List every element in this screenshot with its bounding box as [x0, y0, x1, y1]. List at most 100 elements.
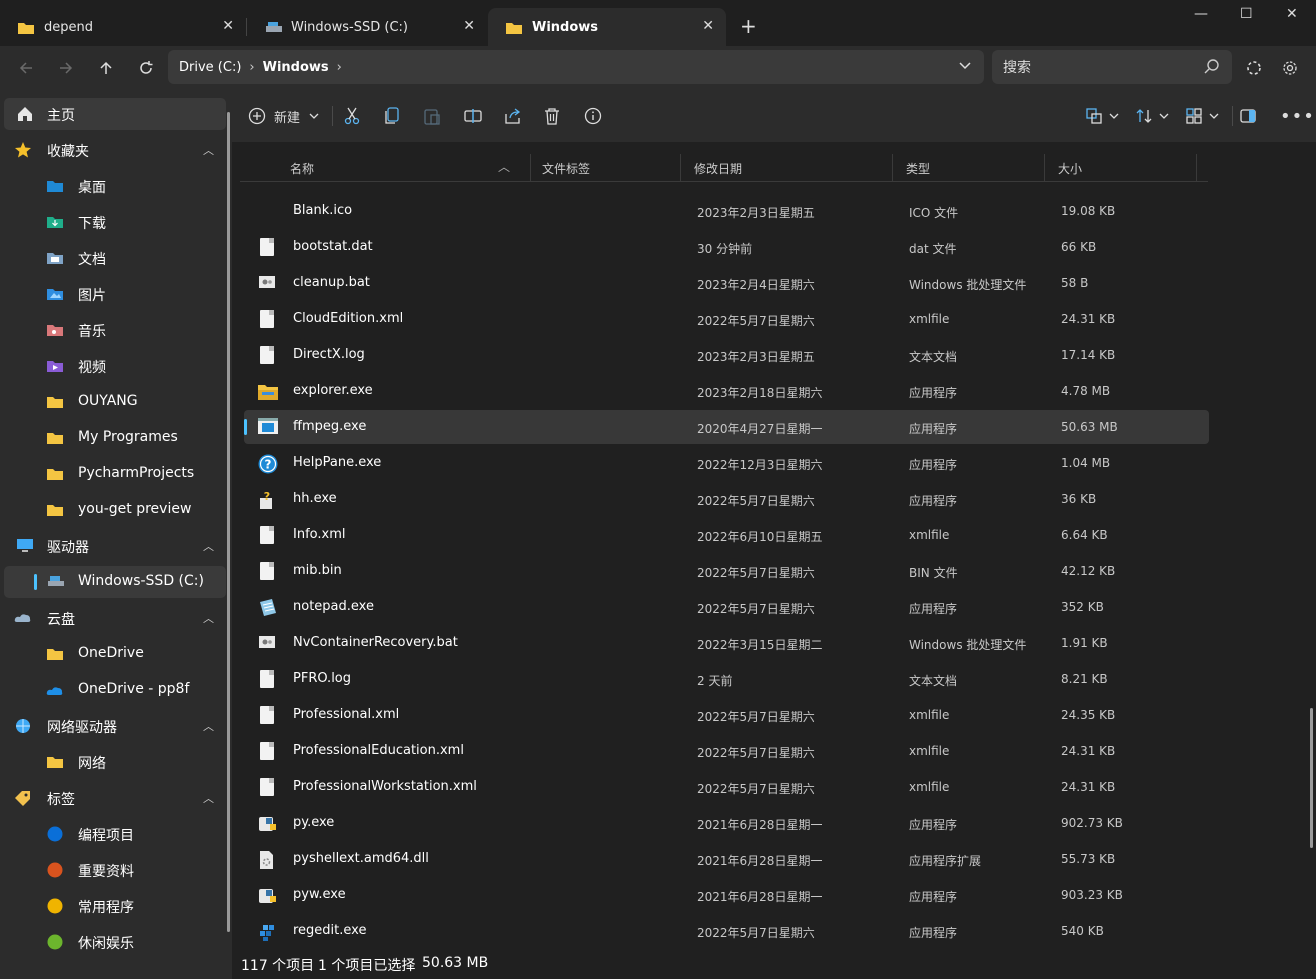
sidebar-scrollbar[interactable]	[227, 112, 230, 932]
close-icon[interactable]: ✕	[222, 18, 234, 34]
preview-pane-button[interactable]	[1240, 104, 1256, 128]
file-row[interactable]: Professional.xml 2022年5月7日星期六 xmlfile 24.35…	[244, 698, 1209, 732]
chevron-up-icon[interactable]: ︿	[203, 790, 214, 806]
search-input[interactable]: 搜索	[992, 50, 1232, 84]
file-row[interactable]: CloudEdition.xml 2022年5月7日星期六 xmlfile 24.31…	[244, 302, 1209, 336]
column-divider[interactable]	[1044, 154, 1045, 182]
file-row[interactable]: Info.xml 2022年6月10日星期五 xmlfile 6.64 KB	[244, 518, 1209, 552]
sidebar-item-pycharmprojects[interactable]: PycharmProjects	[4, 458, 226, 490]
file-row[interactable]: notepad.exe 2022年5月7日星期六 应用程序 352 KB	[244, 590, 1209, 624]
column-divider[interactable]	[892, 154, 893, 182]
column-divider[interactable]	[530, 154, 531, 182]
sidebar-section-favorites[interactable]: 收藏夹 ︿	[4, 134, 226, 166]
sidebar-item-downloads[interactable]: 下载	[4, 206, 226, 238]
share-button[interactable]	[504, 104, 522, 128]
column-header-name[interactable]: 名称	[290, 160, 314, 177]
tab-depend[interactable]: depend ✕	[0, 8, 246, 46]
sidebar-item-videos[interactable]: 视频	[4, 350, 226, 382]
sidebar-item-tag-common-programs[interactable]: 常用程序	[4, 890, 226, 922]
close-icon[interactable]: ✕	[463, 18, 475, 34]
file-row[interactable]: DirectX.log 2023年2月3日星期五 文本文档 17.14 KB	[244, 338, 1209, 372]
file-row[interactable]: mib.bin 2022年5月7日星期六 BIN 文件 42.12 KB	[244, 554, 1209, 588]
sidebar-section-drives[interactable]: 驱动器 ︿	[4, 530, 226, 562]
close-icon[interactable]: ✕	[702, 18, 714, 34]
sidebar-item-home[interactable]: 主页	[4, 98, 226, 130]
file-row[interactable]: ffmpeg.exe 2020年4月27日星期一 应用程序 50.63 MB	[244, 410, 1209, 444]
sidebar-item-tag-programming[interactable]: 编程项目	[4, 818, 226, 850]
file-row[interactable]: regedit.exe 2022年5月7日星期六 应用程序 540 KB	[244, 914, 1209, 948]
file-row[interactable]: cleanup.bat 2023年2月4日星期六 Windows 批处理文件 58 B	[244, 266, 1209, 300]
properties-button[interactable]	[584, 104, 602, 128]
breadcrumb-drive[interactable]: Drive (C:)	[179, 60, 241, 75]
sidebar-item-windows-ssd[interactable]: Windows-SSD (C:)	[4, 566, 226, 598]
settings-button[interactable]	[1278, 56, 1302, 80]
back-button[interactable]	[14, 56, 38, 80]
sidebar-item-desktop[interactable]: 桌面	[4, 170, 226, 202]
chevron-right-icon[interactable]: ›	[337, 60, 342, 75]
sort-button[interactable]	[1136, 104, 1170, 128]
more-options-button[interactable]: •••	[1280, 104, 1315, 128]
sidebar-section-network-drives[interactable]: 网络驱动器 ︿	[4, 710, 226, 742]
up-button[interactable]	[94, 56, 118, 80]
column-header-tags[interactable]: 文件标签	[542, 160, 590, 177]
rename-button[interactable]	[464, 104, 482, 128]
tab-windows-ssd[interactable]: Windows-SSD (C:) ✕	[247, 8, 487, 46]
file-row[interactable]: ProfessionalEducation.xml 2022年5月7日星期六 xml…	[244, 734, 1209, 768]
file-row[interactable]: explorer.exe 2023年2月18日星期六 应用程序 4.78 MB	[244, 374, 1209, 408]
sidebar-item-ouyang[interactable]: OUYANG	[4, 386, 226, 418]
minimize-button[interactable]: —	[1194, 6, 1208, 22]
file-row[interactable]: pyshellext.amd64.dll 2021年6月28日星期一 应用程序扩展 5…	[244, 842, 1209, 876]
cut-button[interactable]	[344, 104, 360, 128]
file-row[interactable]: ProfessionalWorkstation.xml 2022年5月7日星期六 x…	[244, 770, 1209, 804]
batch-file-icon	[258, 274, 276, 294]
layout-button[interactable]	[1186, 104, 1220, 128]
file-row[interactable]: ? HelpPane.exe 2022年12月3日星期六 应用程序 1.04 MB	[244, 446, 1209, 480]
breadcrumb-windows[interactable]: Windows	[263, 60, 329, 75]
tab-windows[interactable]: Windows ✕	[488, 8, 726, 46]
maximize-button[interactable]: ☐	[1240, 6, 1253, 22]
sidebar-item-tag-leisure[interactable]: 休闲娱乐	[4, 926, 226, 958]
chevron-up-icon[interactable]: ︿	[203, 610, 214, 626]
sidebar-item-onedrive-pp8f[interactable]: OneDrive - pp8f	[4, 674, 226, 706]
column-header-modified[interactable]: 修改日期	[694, 160, 742, 177]
column-header-type[interactable]: 类型	[906, 160, 930, 177]
close-window-button[interactable]: ✕	[1286, 6, 1298, 22]
sidebar-item-you-get-preview[interactable]: you-get preview	[4, 494, 226, 526]
file-row[interactable]: pyw.exe 2021年6月28日星期一 应用程序 903.23 KB	[244, 878, 1209, 912]
forward-button[interactable]	[54, 56, 78, 80]
sidebar-item-onedrive[interactable]: OneDrive	[4, 638, 226, 670]
file-row[interactable]: ? hh.exe 2022年5月7日星期六 应用程序 36 KB	[244, 482, 1209, 516]
sidebar-item-my-programes[interactable]: My Programes	[4, 422, 226, 454]
refresh-button[interactable]	[134, 56, 158, 80]
paste-button[interactable]	[424, 104, 440, 128]
sidebar-item-documents[interactable]: 文档	[4, 242, 226, 274]
file-row[interactable]: bootstat.dat 30 分钟前 dat 文件 66 KB	[244, 230, 1209, 264]
status-center-button[interactable]	[1242, 56, 1266, 80]
file-row[interactable]: PFRO.log 2 天前 文本文档 8.21 KB	[244, 662, 1209, 696]
new-tab-button[interactable]: +	[740, 14, 757, 38]
file-list-scrollbar[interactable]	[1310, 708, 1313, 848]
file-row[interactable]: NvContainerRecovery.bat 2022年3月15日星期二 Wind…	[244, 626, 1209, 660]
column-header-size[interactable]: 大小	[1058, 160, 1082, 177]
column-divider[interactable]	[680, 154, 681, 182]
chevron-down-icon[interactable]	[958, 58, 972, 76]
sidebar-item-network[interactable]: 网络	[4, 746, 226, 778]
file-row[interactable]: Blank.ico 2023年2月3日星期五 ICO 文件 19.08 KB	[244, 194, 1209, 228]
sidebar-item-pictures[interactable]: 图片	[4, 278, 226, 310]
file-row[interactable]: py.exe 2021年6月28日星期一 应用程序 902.73 KB	[244, 806, 1209, 840]
chevron-up-icon[interactable]: ︿	[203, 718, 214, 734]
sidebar-item-music[interactable]: 音乐	[4, 314, 226, 346]
chevron-up-icon[interactable]: ︿	[203, 142, 214, 158]
sidebar-item-tag-important[interactable]: 重要资料	[4, 854, 226, 886]
sidebar-section-cloud[interactable]: 云盘 ︿	[4, 602, 226, 634]
chevron-up-icon[interactable]: ︿	[203, 538, 214, 554]
address-bar[interactable]: Drive (C:) › Windows ›	[168, 50, 984, 84]
new-button[interactable]: 新建	[248, 104, 320, 128]
sidebar-section-tags[interactable]: 标签 ︿	[4, 782, 226, 814]
search-icon[interactable]	[1204, 58, 1220, 78]
column-divider[interactable]	[1196, 154, 1197, 182]
delete-button[interactable]	[544, 104, 560, 128]
group-by-button[interactable]	[1086, 104, 1120, 128]
copy-button[interactable]	[384, 104, 400, 128]
sort-ascending-icon[interactable]: ︿	[498, 158, 510, 175]
